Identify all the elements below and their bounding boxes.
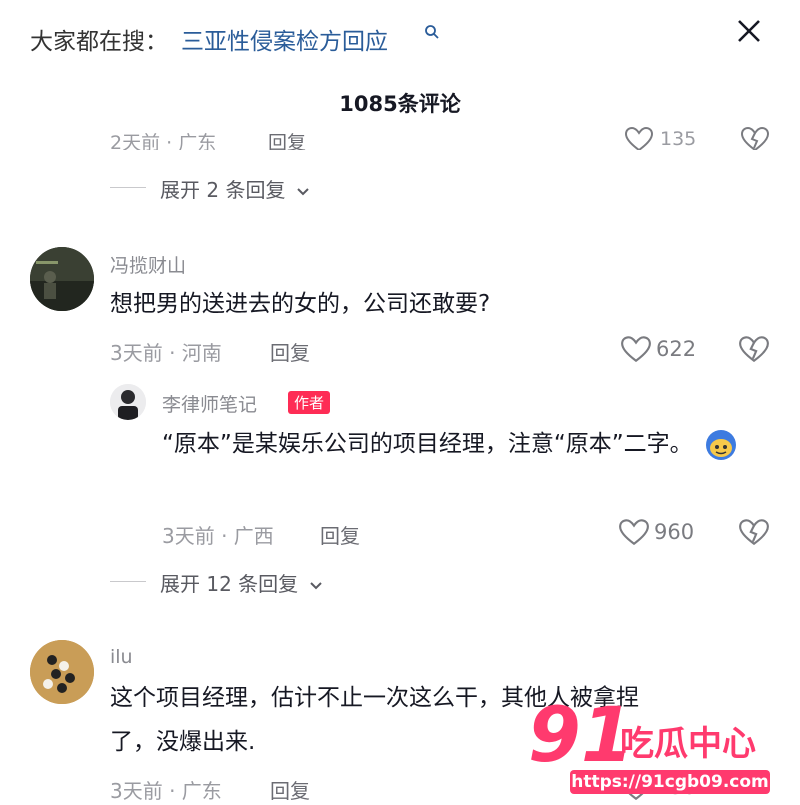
reply-button[interactable]: 回复 xyxy=(268,128,306,150)
avatar-image xyxy=(110,384,146,420)
comment-username[interactable]: 冯揽财山 xyxy=(110,251,186,278)
author-badge: 作者 xyxy=(288,391,331,414)
watermark-logo-number: 91 xyxy=(528,690,634,779)
comment-meta: 3天前 · 河南 xyxy=(110,341,222,365)
broken-heart-icon[interactable] xyxy=(738,518,770,546)
reply-username[interactable]: 李律师笔记 xyxy=(162,390,257,417)
reply-meta: 3天前 · 广西 xyxy=(162,524,274,548)
expand-replies-label: 展开 2 条回复 xyxy=(160,178,286,202)
chevron-down-icon xyxy=(309,581,322,589)
broken-heart-icon[interactable] xyxy=(738,335,770,363)
comment-meta: 2天前 · 广东 xyxy=(110,132,217,150)
reply-button[interactable]: 回复 xyxy=(320,520,360,549)
close-icon[interactable] xyxy=(734,16,764,46)
heart-icon[interactable] xyxy=(620,335,652,363)
comment-text-line: 这个项目经理，估计不止一次这么干，其他人被拿捏 xyxy=(110,685,639,711)
watermark-logo-text: 吃瓜中心 xyxy=(620,724,756,764)
expand-replies-button[interactable]: 展开 2 条回复 xyxy=(160,174,310,203)
comment-text: 想把男的送进去的女的，公司还敢要? xyxy=(110,291,491,317)
expand-replies-button[interactable]: 展开 12 条回复 xyxy=(160,568,323,597)
top-bar: 大家都在搜： 三亚性侵案检方回应 xyxy=(0,0,800,70)
avatar[interactable] xyxy=(110,384,146,420)
emoji-icon xyxy=(705,429,736,460)
avatar[interactable] xyxy=(30,247,94,311)
broken-heart-icon[interactable] xyxy=(740,126,770,150)
chevron-down-icon xyxy=(297,187,309,195)
heart-icon[interactable] xyxy=(618,518,650,546)
search-suggestion-link[interactable]: 三亚性侵案检方回应 xyxy=(181,22,388,56)
search-suggestion-prefix: 大家都在搜： xyxy=(30,29,168,55)
avatar-image xyxy=(30,640,94,704)
watermark-url: https://91cgb09.com xyxy=(570,770,770,794)
like-count: 960 xyxy=(654,520,695,544)
reply-text: “原本”是某娱乐公司的项目经理，注意“原本”二字。 xyxy=(162,422,742,466)
comment-username[interactable]: ilu xyxy=(110,646,133,668)
comment-meta: 3天前 · 广东 xyxy=(110,779,222,803)
expand-divider xyxy=(110,187,146,188)
search-icon[interactable] xyxy=(424,24,440,40)
expand-divider xyxy=(110,581,146,582)
avatar-image xyxy=(30,247,94,311)
like-count: 135 xyxy=(660,128,697,150)
reply-button[interactable]: 回复 xyxy=(270,775,310,804)
like-count: 622 xyxy=(656,337,697,361)
heart-icon[interactable] xyxy=(624,126,654,150)
expand-replies-label: 展开 12 条回复 xyxy=(160,572,299,596)
reply-text-content: “原本”是某娱乐公司的项目经理，注意“原本”二字。 xyxy=(162,431,693,457)
avatar[interactable] xyxy=(30,640,94,704)
partial-comment-row: 2天前 · 广东 回复 135 xyxy=(0,118,800,150)
comment-count-title: 1085条评论 xyxy=(339,92,461,116)
reply-button[interactable]: 回复 xyxy=(270,337,310,366)
